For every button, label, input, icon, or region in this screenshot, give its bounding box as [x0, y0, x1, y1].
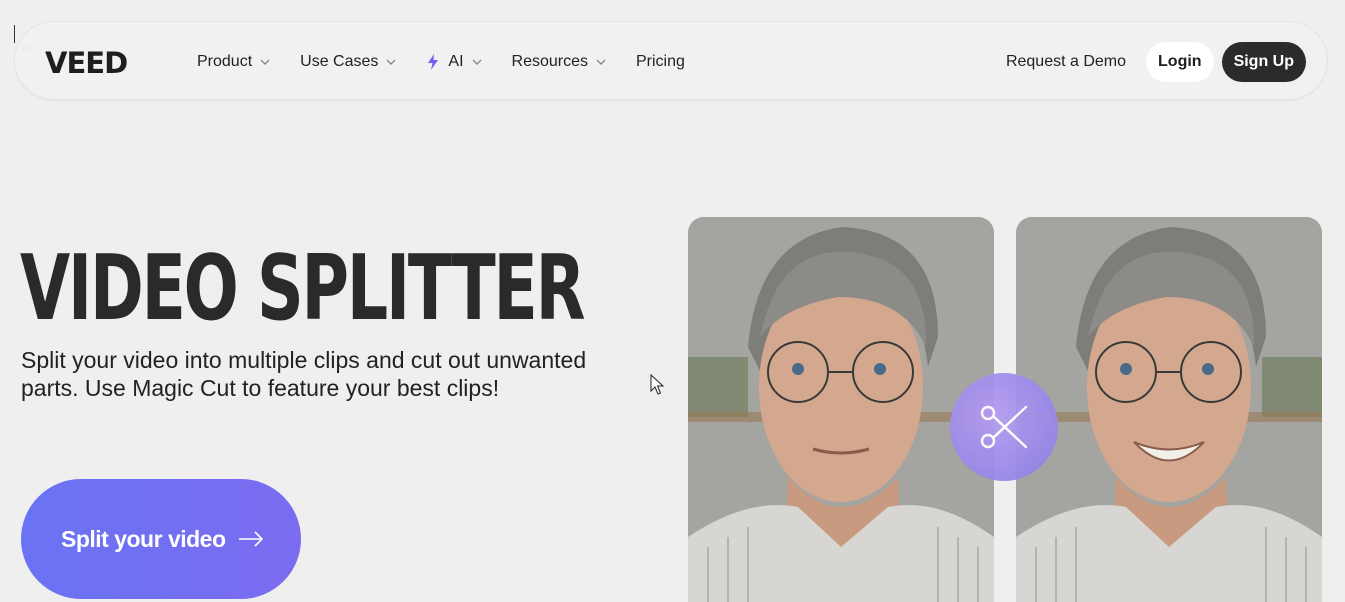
page-title: VIDEO SPLITTER	[20, 236, 586, 341]
text-caret	[14, 25, 15, 43]
menu-item-label: AI	[448, 52, 464, 70]
cta-label: Split your video	[61, 525, 226, 552]
menu-item-ai[interactable]: AI	[426, 52, 482, 71]
menu-item-product[interactable]: Product	[197, 53, 270, 71]
split-video-button[interactable]: Split your video	[21, 479, 301, 599]
scissors-icon	[980, 405, 1028, 449]
login-button[interactable]: Login	[1146, 41, 1214, 82]
menu-item-label: Product	[197, 52, 253, 70]
scissors-badge	[950, 373, 1058, 481]
menu-item-use-cases[interactable]: Use Cases	[300, 53, 396, 71]
menu-item-resources[interactable]: Resources	[512, 53, 606, 71]
chevron-down-icon	[472, 59, 482, 65]
menu-item-label: Pricing	[636, 52, 685, 70]
menu-item-label: Use Cases	[300, 52, 379, 70]
request-demo-link[interactable]: Request a Demo	[1006, 53, 1126, 71]
chevron-down-icon	[260, 59, 270, 65]
menu-item-pricing[interactable]: Pricing	[636, 53, 685, 71]
menu-item-label: Resources	[511, 52, 588, 70]
chevron-down-icon	[386, 59, 396, 65]
arrow-right-icon	[238, 531, 263, 547]
veed-logo[interactable]: VEED	[45, 49, 128, 78]
top-navbar: VEED Product Use Cases AI Resources Pric…	[14, 21, 1328, 100]
chevron-down-icon	[596, 59, 606, 65]
bolt-icon	[428, 53, 439, 70]
nav-actions: Request a Demo Login Sign Up	[1006, 22, 1306, 101]
mouse-cursor-icon	[650, 374, 664, 395]
hero-subtitle: Split your video into multiple clips and…	[21, 347, 587, 401]
portrait-illustration	[688, 217, 994, 602]
portrait-illustration	[1016, 217, 1322, 602]
page: Ho VEED Product Use Cases AI Resources	[0, 0, 1345, 602]
portrait-image-before	[688, 217, 994, 602]
signup-button[interactable]: Sign Up	[1221, 41, 1306, 82]
portrait-image-after	[1016, 217, 1322, 602]
main-menu: Product Use Cases AI Resources Pricing	[197, 22, 715, 101]
